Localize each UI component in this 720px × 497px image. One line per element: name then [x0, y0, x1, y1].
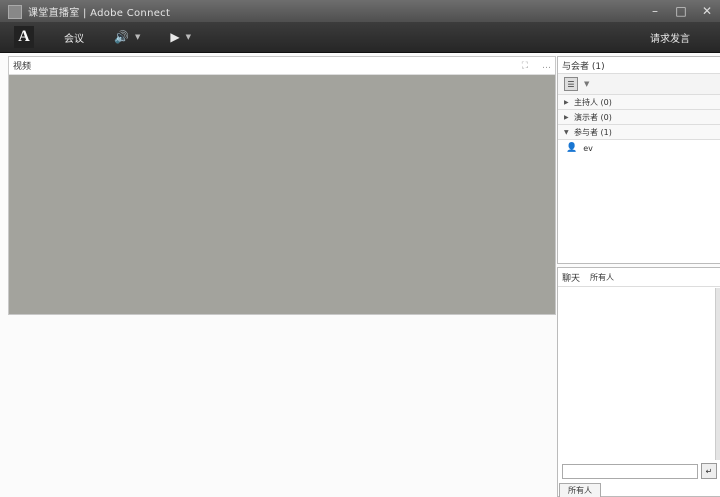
- chat-scrollbar[interactable]: [716, 288, 720, 460]
- speaker-icon: 🔊: [114, 30, 129, 44]
- category-participants[interactable]: ▼ 参与者 (1): [558, 125, 720, 140]
- close-button[interactable]: ✕: [694, 0, 720, 22]
- attendees-pod: 与会者 (1) ☰ ▼ ▶ 主持人 (0) ▶ 演示者 (0) ▼ 参与者 (1…: [557, 56, 720, 264]
- chat-pod: 聊天 所有人 ↵ 所有人: [557, 267, 720, 497]
- window-controls: – □ ✕: [642, 0, 720, 22]
- maximize-button[interactable]: □: [668, 0, 694, 22]
- menubar: A 会议 🔊 ▼ ▶ ▼ 请求发言: [0, 22, 720, 53]
- collapse-arrow-icon: ▼: [564, 128, 569, 136]
- meeting-menu-label: 会议: [64, 33, 84, 45]
- chat-recipient[interactable]: 所有人: [590, 272, 614, 283]
- window-titlebar: 课堂直播室 | Adobe Connect – □ ✕: [0, 0, 720, 22]
- audio-menu[interactable]: 🔊 ▼: [114, 30, 140, 44]
- attendees-title: 与会者 (1): [558, 57, 720, 74]
- chevron-down-icon: ▼: [134, 33, 141, 41]
- expand-arrow-icon: ▶: [564, 113, 569, 121]
- meeting-menu[interactable]: 会议: [64, 30, 84, 45]
- video-pod-title: 视频: [13, 62, 32, 72]
- chevron-down-icon[interactable]: ▼: [584, 80, 589, 88]
- chat-input[interactable]: [562, 463, 698, 479]
- camera-icon: ▶: [170, 30, 180, 44]
- list-view-icon[interactable]: ☰: [564, 77, 578, 91]
- chat-title: 聊天: [562, 273, 581, 284]
- adobe-logo: A: [14, 26, 34, 48]
- category-label: 参与者 (1): [574, 127, 612, 137]
- participant-row[interactable]: 👤 ev: [558, 140, 720, 156]
- category-label: 主持人 (0): [574, 97, 612, 107]
- send-button[interactable]: ↵: [701, 463, 717, 479]
- participant-name: ev: [583, 143, 593, 153]
- chat-message-area: [558, 288, 716, 460]
- category-presenters[interactable]: ▶ 演示者 (0): [558, 110, 720, 125]
- video-display: [9, 75, 555, 314]
- window-title: 课堂直播室 | Adobe Connect: [28, 7, 171, 19]
- person-icon: 👤: [566, 143, 578, 153]
- chat-header: 聊天 所有人: [558, 268, 720, 287]
- minimize-button[interactable]: –: [642, 0, 668, 22]
- category-label: 演示者 (0): [574, 112, 612, 122]
- camera-menu[interactable]: ▶ ▼: [170, 30, 191, 44]
- app-window-icon: [8, 5, 22, 19]
- fullscreen-icon[interactable]: ⛶: [522, 61, 528, 71]
- pod-menu-icon[interactable]: …: [542, 61, 551, 71]
- category-hosts[interactable]: ▶ 主持人 (0): [558, 95, 720, 110]
- chevron-down-icon: ▼: [185, 33, 191, 41]
- chat-input-row: ↵: [562, 463, 717, 479]
- raise-hand-button[interactable]: 请求发言: [650, 30, 690, 45]
- expand-arrow-icon: ▶: [564, 98, 569, 106]
- video-pod-header: 视频 ⛶ …: [9, 57, 555, 75]
- video-pod: 视频 ⛶ …: [8, 56, 556, 315]
- attendees-toolbar: ☰ ▼: [558, 74, 720, 95]
